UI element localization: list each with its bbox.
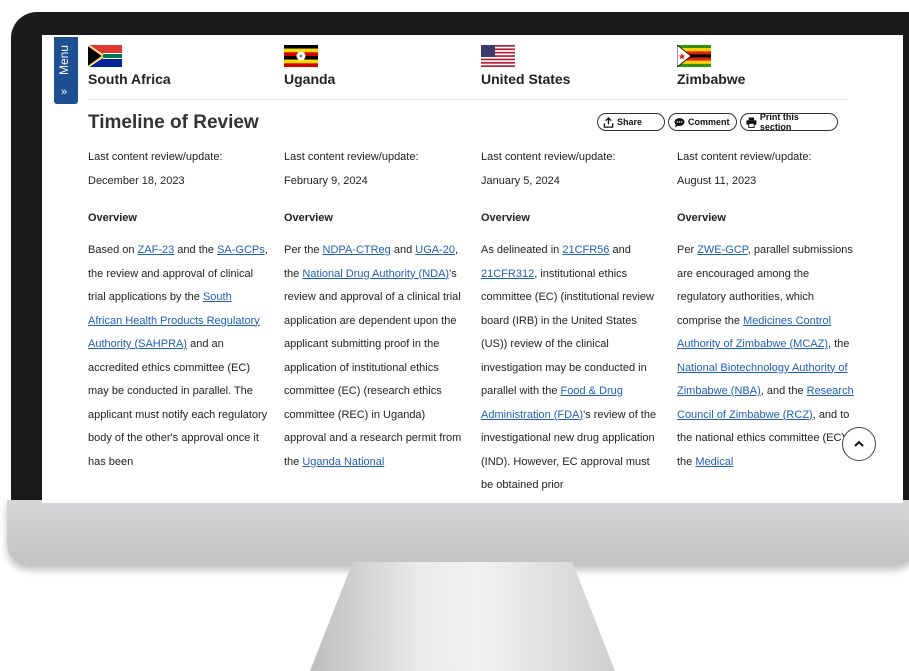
menu-chevron-icon: » <box>61 86 68 98</box>
overview-heading: Overview <box>481 212 530 224</box>
overview-link[interactable]: UGA-20 <box>415 244 455 256</box>
overview-link[interactable]: SA-GCPs <box>217 244 265 256</box>
share-label: Share <box>617 117 643 127</box>
comment-button[interactable]: Comment <box>668 113 737 131</box>
overview-link[interactable]: ZAF-23 <box>138 244 175 256</box>
review-label: Last content review/update: <box>284 151 419 163</box>
review-date: February 9, 2024 <box>284 175 368 187</box>
scroll-to-top-button[interactable] <box>842 427 876 461</box>
zimbabwe-flag-icon <box>677 45 711 67</box>
overview-text-segment: Per the <box>284 244 323 256</box>
uganda-flag-icon <box>284 45 318 67</box>
south-africa-flag-icon <box>88 45 122 67</box>
overview-link[interactable]: 21CFR56 <box>562 244 609 256</box>
chevron-up-icon <box>854 440 864 447</box>
overview-text-segment: Per <box>677 244 698 256</box>
menu-toggle-button[interactable]: Menu » <box>54 37 78 104</box>
review-info: Last content review/update: January 5, 2… <box>481 145 661 193</box>
print-label: Print this section <box>759 112 799 132</box>
review-date: January 5, 2024 <box>481 175 560 187</box>
monitor-chin <box>7 500 909 566</box>
overview-text: Per the NDPA-CTReg and UGA-20, the Natio… <box>284 239 464 474</box>
overview-heading: Overview <box>284 212 333 224</box>
overview-text-segment: and <box>609 244 631 256</box>
overview-text: Per ZWE-GCP, parallel submissions are en… <box>677 239 857 474</box>
overview-text-segment: 's review and approval of a clinical tri… <box>284 267 462 468</box>
print-icon <box>746 117 757 128</box>
comment-icon <box>674 117 685 128</box>
country-header-south-africa: South Africa <box>88 45 268 87</box>
country-header-uganda: Uganda <box>284 45 464 87</box>
country-name: Zimbabwe <box>677 71 746 87</box>
review-date: December 18, 2023 <box>88 175 185 187</box>
share-icon <box>603 116 614 128</box>
share-button[interactable]: Share <box>597 113 665 131</box>
monitor-stand <box>310 562 615 671</box>
overview-text-segment: and <box>390 244 416 256</box>
print-section-button[interactable]: Print this section <box>740 112 838 132</box>
overview-link[interactable]: ZWE-GCP <box>697 244 748 256</box>
overview-link[interactable]: NDPA-CTReg <box>323 244 391 256</box>
overview-text-segment: , the <box>827 338 850 350</box>
review-info: Last content review/update: December 18,… <box>88 145 268 193</box>
review-label: Last content review/update: <box>677 151 812 163</box>
review-info: Last content review/update: February 9, … <box>284 145 464 193</box>
overview-text-segment: , and the <box>760 385 807 397</box>
country-header-united-states: United States <box>481 45 661 87</box>
overview-link[interactable]: Uganda National <box>302 456 384 468</box>
overview-link[interactable]: 21CFR312 <box>481 268 534 280</box>
overview-text-segment: Based on <box>88 244 138 256</box>
country-name: South Africa <box>88 71 171 87</box>
country-name: United States <box>481 71 571 87</box>
overview-text-segment: , institutional ethics committee (EC) (i… <box>481 267 654 398</box>
united-states-flag-icon <box>481 45 515 67</box>
overview-heading: Overview <box>88 212 137 224</box>
menu-label: Menu <box>57 45 71 76</box>
overview-link[interactable]: National Drug Authority (NDA) <box>302 268 449 280</box>
overview-text-segment: and the <box>174 244 218 256</box>
overview-heading: Overview <box>677 212 726 224</box>
review-label: Last content review/update: <box>481 151 616 163</box>
review-date: August 11, 2023 <box>677 175 757 187</box>
header-divider <box>88 99 848 100</box>
country-name: Uganda <box>284 71 336 87</box>
review-label: Last content review/update: <box>88 151 223 163</box>
overview-text-segment: and an accredited ethics committee (EC) … <box>88 338 268 468</box>
overview-link[interactable]: Medical <box>695 456 733 468</box>
overview-text: As delineated in 21CFR56 and 21CFR312, i… <box>481 239 661 498</box>
overview-text-segment: As delineated in <box>481 244 563 256</box>
browser-screen: Menu » South Africa Uganda United States… <box>42 35 903 503</box>
comment-label: Comment <box>688 117 730 127</box>
review-info: Last content review/update: August 11, 2… <box>677 145 857 193</box>
overview-text: Based on ZAF-23 and the SA-GCPs, the rev… <box>88 239 268 474</box>
country-header-zimbabwe: Zimbabwe <box>677 45 857 87</box>
section-title: Timeline of Review <box>88 112 259 133</box>
